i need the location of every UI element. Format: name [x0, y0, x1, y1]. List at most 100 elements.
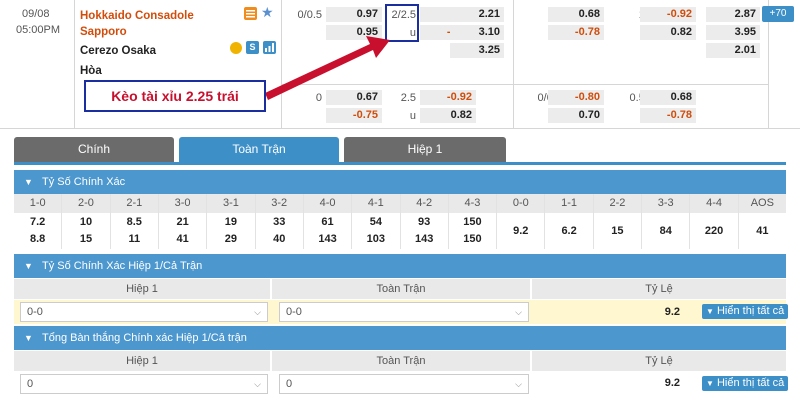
score-header-cell: 4-3 — [449, 194, 498, 213]
h1-hdp-away-odds-2[interactable]: 0.70 — [548, 108, 604, 123]
col-first-half: Hiệp 1 — [14, 279, 270, 299]
h1-x12-home-odds[interactable]: 2.87 — [706, 7, 760, 22]
score-header-cell: 1-0 — [14, 194, 63, 213]
hdp-home-odds-2[interactable]: 0.67 — [326, 90, 382, 105]
score-header-cell: AOS — [750, 197, 774, 209]
score-odds-cell[interactable]: 9.2 — [497, 213, 546, 249]
x12-home-odds[interactable]: 2.21 — [450, 7, 504, 22]
score-header-cell: 3-1 — [207, 194, 256, 213]
away-score-odds: 29 — [224, 233, 238, 245]
away-team-name[interactable]: Cerezo Osaka — [80, 45, 156, 57]
ou-line-2: 2.5 — [400, 92, 416, 104]
col-rate: Tỷ Lệ — [532, 279, 786, 299]
h1-x12-away-odds[interactable]: 3.95 — [706, 25, 760, 40]
x12-draw-odds[interactable]: 3.25 — [450, 43, 504, 58]
tab-first-half[interactable]: Hiệp 1 — [344, 137, 506, 162]
score-header-cell: 2-2 — [594, 194, 643, 213]
first-half-goals-select[interactable]: 0 ⌵ — [20, 374, 268, 394]
home-team-name[interactable]: Hokkaido Consadole Sapporo — [80, 8, 194, 40]
full-match-score-select[interactable]: 0-0 ⌵ — [279, 302, 529, 322]
away-score-odds: 150 — [463, 233, 482, 245]
highlight-box — [385, 4, 419, 42]
x12-away-odds[interactable]: 3.10 — [450, 25, 504, 40]
chart-icon[interactable] — [263, 41, 276, 54]
total-goals-rate-value[interactable]: 9.2 — [640, 377, 680, 389]
home-score-odds: 8.5 — [126, 216, 142, 228]
h1-ou-over-odds-1[interactable]: -0.92 — [640, 7, 696, 22]
score-odds-cell[interactable]: 220 — [690, 213, 739, 249]
ht-ft-rate-value[interactable]: 9.2 — [640, 306, 680, 318]
draw-score-odds: 15 — [611, 224, 624, 237]
score-odds-cell[interactable]: 6.2 — [545, 213, 594, 249]
dropdown-icon: ▼ — [706, 307, 714, 316]
draw-score-odds: 6.2 — [561, 224, 577, 237]
h1-hdp-home-odds-1[interactable]: 0.68 — [548, 7, 604, 22]
section-ht-ft-score-header[interactable]: ▼ Tỷ Số Chính Xác Hiệp 1/Cả Trận — [14, 254, 786, 278]
score-odds-cell[interactable]: 8.5 11 — [111, 213, 159, 249]
hdp-away-odds-2[interactable]: -0.75 — [326, 108, 382, 123]
home-team-line2: Sapporo — [80, 26, 127, 38]
section-total-goals-title: Tổng Bàn thắng Chính xác Hiệp 1/Cả trận — [42, 332, 247, 344]
show-all-button[interactable]: ▼ Hiển thị tất cả — [702, 304, 789, 319]
chevron-down-icon: ⌵ — [515, 307, 522, 317]
ou-under-odds-2[interactable]: 0.82 — [420, 108, 476, 123]
live-s-icon[interactable]: S — [246, 41, 259, 54]
home-score-odds: 19 — [224, 216, 238, 228]
h1-hdp-home-odds-2[interactable]: -0.80 — [548, 90, 604, 105]
hdp-away-odds-1[interactable]: 0.95 — [326, 25, 382, 40]
stats-icon[interactable] — [244, 7, 257, 20]
score-odds-cell[interactable]: 93 143 — [401, 213, 449, 249]
full-match-goals-select[interactable]: 0 ⌵ — [279, 374, 529, 394]
h1-ou-under-odds-1[interactable]: 0.82 — [640, 25, 696, 40]
score-odds-cell[interactable]: 15 — [594, 213, 643, 249]
score-odds-cell[interactable]: 61 143 — [304, 213, 353, 249]
score-odds-cell[interactable]: 41 — [739, 213, 786, 249]
section-correct-score-header[interactable]: ▼ Tỷ Số Chính Xác — [14, 170, 786, 194]
away-score-odds: 15 — [79, 233, 93, 245]
section-total-goals-header[interactable]: ▼ Tổng Bàn thắng Chính xác Hiệp 1/Cả trậ… — [14, 326, 786, 350]
home-score-odds: 10 — [79, 216, 93, 228]
home-score-odds: 54 — [369, 216, 382, 228]
first-half-score-select[interactable]: 0-0 ⌵ — [20, 302, 268, 322]
show-all-label: Hiển thị tất cả — [716, 305, 785, 317]
tab-full-match[interactable]: Toàn Trận — [179, 137, 339, 162]
score-odds-cell[interactable]: 84 — [642, 213, 691, 249]
match-time: 05:00PM — [16, 24, 61, 36]
home-score-odds: 61 — [321, 216, 334, 228]
caret-down-icon: ▼ — [24, 261, 33, 271]
hdp-line-1: 0/0.5 — [297, 9, 322, 21]
score-odds-cell[interactable]: 7.2 8.8 — [14, 213, 63, 249]
first-half-goals-value: 0 — [27, 378, 34, 390]
favorite-star-icon[interactable]: ★ — [261, 4, 274, 21]
away-score-odds: 143 — [318, 233, 337, 245]
draw-score-odds: 220 — [704, 224, 724, 237]
score-odds-cell[interactable]: 10 15 — [62, 213, 111, 249]
h1-x12-draw-odds[interactable]: 2.01 — [706, 43, 760, 58]
caret-down-icon: ▼ — [24, 177, 33, 187]
score-odds-cell[interactable]: 150 150 — [449, 213, 498, 249]
score-odds-cell[interactable]: 19 29 — [207, 213, 256, 249]
h1-hdp-away-odds-1[interactable]: -0.78 — [548, 25, 604, 40]
hdp-home-odds-1[interactable]: 0.97 — [326, 7, 382, 22]
badge-icon — [230, 42, 242, 54]
score-odds-cell[interactable]: 33 40 — [256, 213, 304, 249]
away-score-odds: 40 — [273, 233, 286, 245]
more-markets-button[interactable]: +70 — [762, 6, 794, 22]
match-date: 09/08 — [22, 8, 50, 20]
h1-ou-over-odds-2[interactable]: 0.68 — [640, 90, 696, 105]
chevron-down-icon: ⌵ — [254, 379, 261, 389]
draw-score-odds: 9.2 — [513, 224, 529, 237]
score-header-cell: 4-2 — [401, 194, 449, 213]
show-all-button[interactable]: ▼ Hiển thị tất cả — [702, 376, 789, 391]
draw-score-odds: 41 — [756, 224, 769, 237]
score-odds-cell[interactable]: 21 41 — [159, 213, 208, 249]
home-score-odds: 7.2 — [30, 216, 46, 228]
tab-main[interactable]: Chính — [14, 137, 174, 162]
away-score-odds: 143 — [414, 233, 434, 245]
home-score-odds: 93 — [418, 216, 431, 228]
ou-over-odds-2[interactable]: -0.92 — [420, 90, 476, 105]
h1-ou-under-odds-2[interactable]: -0.78 — [640, 108, 696, 123]
score-header-cell: 4-1 — [352, 194, 401, 213]
score-odds-cell[interactable]: 54 103 — [352, 213, 401, 249]
section-correct-score-title: Tỷ Số Chính Xác — [42, 176, 126, 188]
